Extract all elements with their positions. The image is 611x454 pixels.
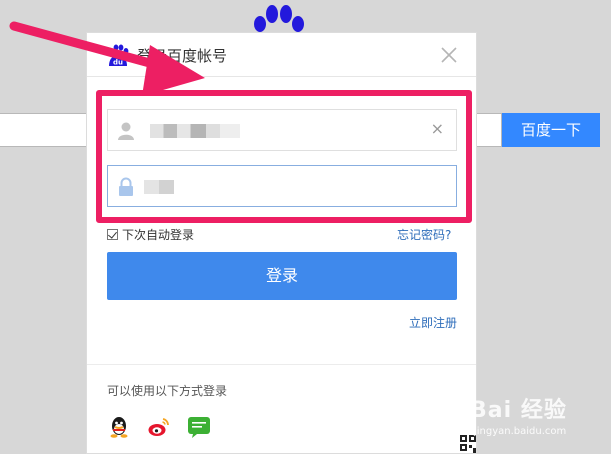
wechat-icon[interactable] [187,415,211,439]
watermark-brand: Bai 经验 [470,398,567,423]
dialog-header: du 登录百度帐号 [87,33,476,77]
watermark-url: jingyan.baidu.com [474,426,567,437]
login-button[interactable]: 登录 [107,252,457,300]
dialog-title: 登录百度帐号 [137,47,228,65]
highlight-frame [96,90,472,223]
baidu-paw-logo [254,5,304,32]
divider [87,364,476,365]
close-icon[interactable] [439,45,459,65]
remember-me-label: 下次自动登录 [122,228,195,242]
svg-text:du: du [113,59,123,67]
qq-icon[interactable] [107,415,131,439]
forgot-password-link[interactable]: 忘记密码? [397,226,451,243]
weibo-icon[interactable] [147,415,171,439]
alternative-login-label: 可以使用以下方式登录 [107,384,228,398]
checkbox-checked-icon[interactable] [107,229,118,240]
register-link[interactable]: 立即注册 [409,314,457,331]
remember-me-checkbox[interactable]: 下次自动登录 [107,226,194,243]
background-search-button[interactable]: 百度一下 [502,113,600,147]
baidu-du-logo-icon: du [108,44,129,67]
